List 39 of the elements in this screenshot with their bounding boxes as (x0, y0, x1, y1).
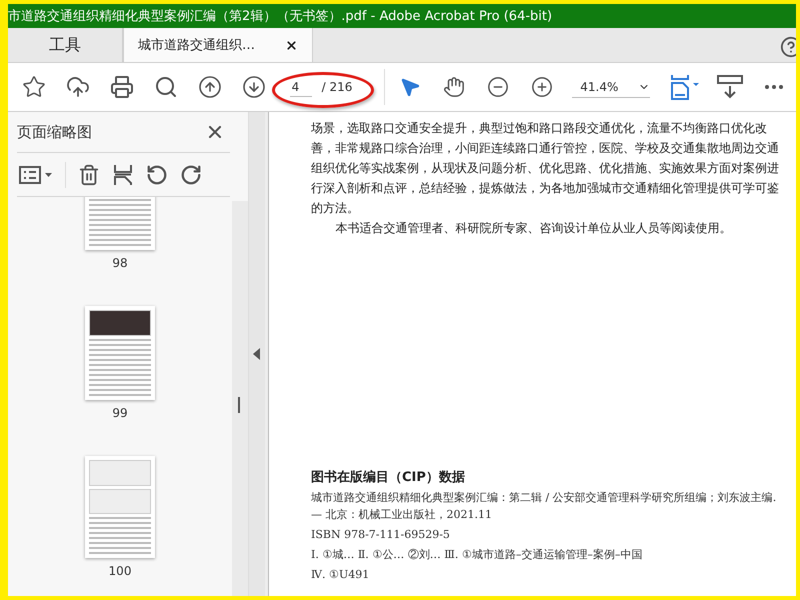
document-paragraph: 场景，选取路口交通安全提升，典型过饱和路口路段交通优化，流量不均衡路口优化改善，非常规路口综合治理，小间距连续路口通行管控，医院、学校及交通集散地周边交通组织优化等实战案例，从现状及问题分析、优化思路、优化措施、实施效果方面对案例进行深入剖析和点评，总结经验，提炼做法，为各地加强城市交通精细化管理提供可学可鉴的方法。 (311, 120, 780, 217)
star-icon (22, 75, 46, 99)
page-number: 99 (112, 406, 128, 420)
search-icon (154, 75, 178, 99)
more-icon (765, 85, 784, 89)
zoom-out-icon (487, 76, 510, 98)
scrollbar-grip[interactable] (238, 397, 240, 413)
zoom-dropdown[interactable]: 41.4% (572, 76, 650, 98)
cip-heading: 图书在版编目（CIP）数据 (311, 468, 466, 486)
scroll-down-icon (717, 75, 744, 99)
zoom-in-icon (531, 76, 554, 98)
page-number-field[interactable]: 4 (290, 78, 312, 96)
panel-title: 页面缩略图 (17, 122, 92, 142)
cip-text: ISBN 978-7-111-69529-5 (311, 527, 451, 543)
page-total: / 216 (322, 80, 352, 94)
tab[interactable]: 城市道路交通组织… (123, 28, 313, 62)
pointer-icon (399, 76, 422, 98)
help-icon[interactable] (780, 36, 796, 58)
cloud-upload-icon (66, 75, 90, 99)
rotate-right-icon (180, 164, 202, 186)
rotate-left-icon (146, 164, 168, 186)
arrow-down-icon (242, 75, 266, 99)
cip-text: 城市道路交通组织精细化典型案例汇编：第二辑 / 公安部交通管理科学研究所组编；刘东波主编. — 北京：机械工业出版社，2021.11 (311, 490, 778, 523)
cip-text: Ⅰ. ①城… Ⅱ. ①公… ②刘… Ⅲ. ①城市道路–交通运输管理–案例–中国 (311, 547, 644, 563)
hand-icon (443, 76, 466, 98)
collapse-arrow-icon[interactable] (253, 348, 261, 360)
window-title: 市道路交通组织精细化典型案例汇编（第2辑）（无书签）.pdf - Adobe Acrobat Pro (64-bit) (8, 4, 796, 28)
insert-page-icon (113, 164, 133, 186)
trash-icon (78, 164, 100, 186)
arrow-up-icon (198, 75, 222, 99)
page-number: 98 (112, 256, 128, 270)
list-options-icon (19, 164, 55, 184)
page-number: 100 (108, 564, 132, 578)
cip-text: Ⅳ. ①U491 (311, 567, 370, 583)
printer-icon (110, 75, 134, 99)
document-paragraph: 本书适合交通管理者、科研院所专家、咨询设计单位从业人员等阅读使用。 (334, 220, 732, 237)
page-thumbnail[interactable] (85, 456, 155, 558)
close-icon[interactable] (285, 38, 298, 52)
page-thumbnail[interactable] (85, 306, 155, 400)
